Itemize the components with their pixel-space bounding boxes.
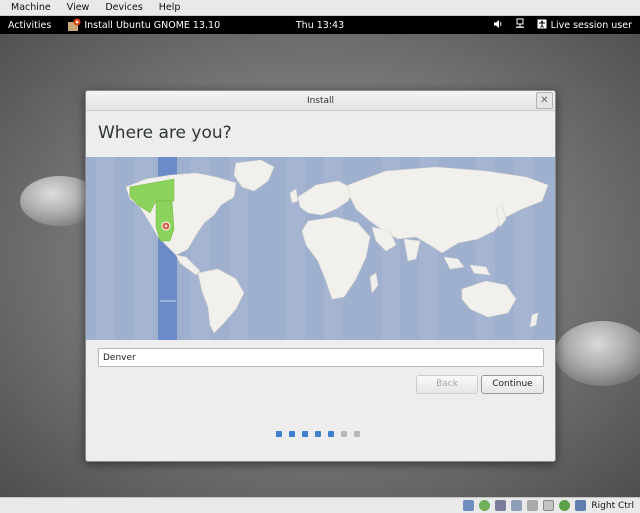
continue-button[interactable]: Continue	[481, 375, 544, 394]
hard-disk-icon[interactable]	[463, 500, 475, 511]
step-dot-pending	[354, 431, 360, 437]
host-key-label: Right Ctrl	[591, 500, 634, 511]
network-icon[interactable]	[559, 500, 571, 511]
window-title: Install	[306, 96, 335, 106]
menu-help[interactable]: Help	[151, 2, 189, 13]
water-drop-decoration	[555, 321, 640, 386]
menu-devices[interactable]: Devices	[97, 2, 150, 13]
installer-app-icon	[67, 18, 81, 32]
network-icon[interactable]	[515, 18, 525, 32]
step-dot-done	[328, 431, 334, 437]
display-icon[interactable]	[527, 500, 539, 511]
usb-icon[interactable]	[495, 500, 507, 511]
mouse-integration-icon[interactable]	[575, 500, 587, 511]
volume-icon[interactable]	[493, 19, 503, 32]
app-menu[interactable]: Install Ubuntu GNOME 13.10	[67, 18, 220, 32]
timezone-input[interactable]	[98, 348, 544, 367]
timezone-map[interactable]	[86, 157, 555, 340]
vbox-statusbar: Right Ctrl	[0, 497, 640, 513]
menu-machine[interactable]: Machine	[3, 2, 59, 13]
shared-folders-icon[interactable]	[511, 500, 523, 511]
gnome-top-bar: Activities Install Ubuntu GNOME 13.10 Th…	[0, 16, 640, 34]
clock[interactable]: Thu 13:43	[296, 20, 344, 31]
activities-button[interactable]: Activities	[0, 20, 59, 31]
user-menu[interactable]: Live session user	[537, 19, 632, 32]
close-button[interactable]: ✕	[536, 92, 553, 109]
step-dot-done	[276, 431, 282, 437]
app-name: Install Ubuntu GNOME 13.10	[84, 19, 221, 31]
window-titlebar[interactable]: Install ✕	[86, 91, 555, 111]
step-dot-done	[302, 431, 308, 437]
timezone-band-marker	[160, 300, 176, 302]
page-heading: Where are you?	[98, 123, 232, 143]
status-area[interactable]: Live session user	[493, 18, 632, 32]
vbox-menubar: Machine View Devices Help	[0, 0, 640, 16]
step-progress	[276, 431, 360, 437]
close-icon: ✕	[540, 95, 549, 106]
step-dot-done	[315, 431, 321, 437]
world-map[interactable]	[86, 157, 555, 340]
location-pin-icon[interactable]	[161, 221, 171, 231]
step-dot-pending	[341, 431, 347, 437]
user-name: Live session user	[550, 19, 632, 31]
step-dot-done	[289, 431, 295, 437]
installer-window: Install ✕ Where are you? Denver Back Con…	[85, 90, 556, 462]
video-capture-icon[interactable]	[543, 500, 555, 511]
guest-desktop: Activities Install Ubuntu GNOME 13.10 Th…	[0, 16, 640, 497]
menu-view[interactable]: View	[59, 2, 98, 13]
accessibility-icon	[537, 19, 547, 32]
optical-drive-icon[interactable]	[479, 500, 491, 511]
back-button[interactable]: Back	[416, 375, 478, 394]
